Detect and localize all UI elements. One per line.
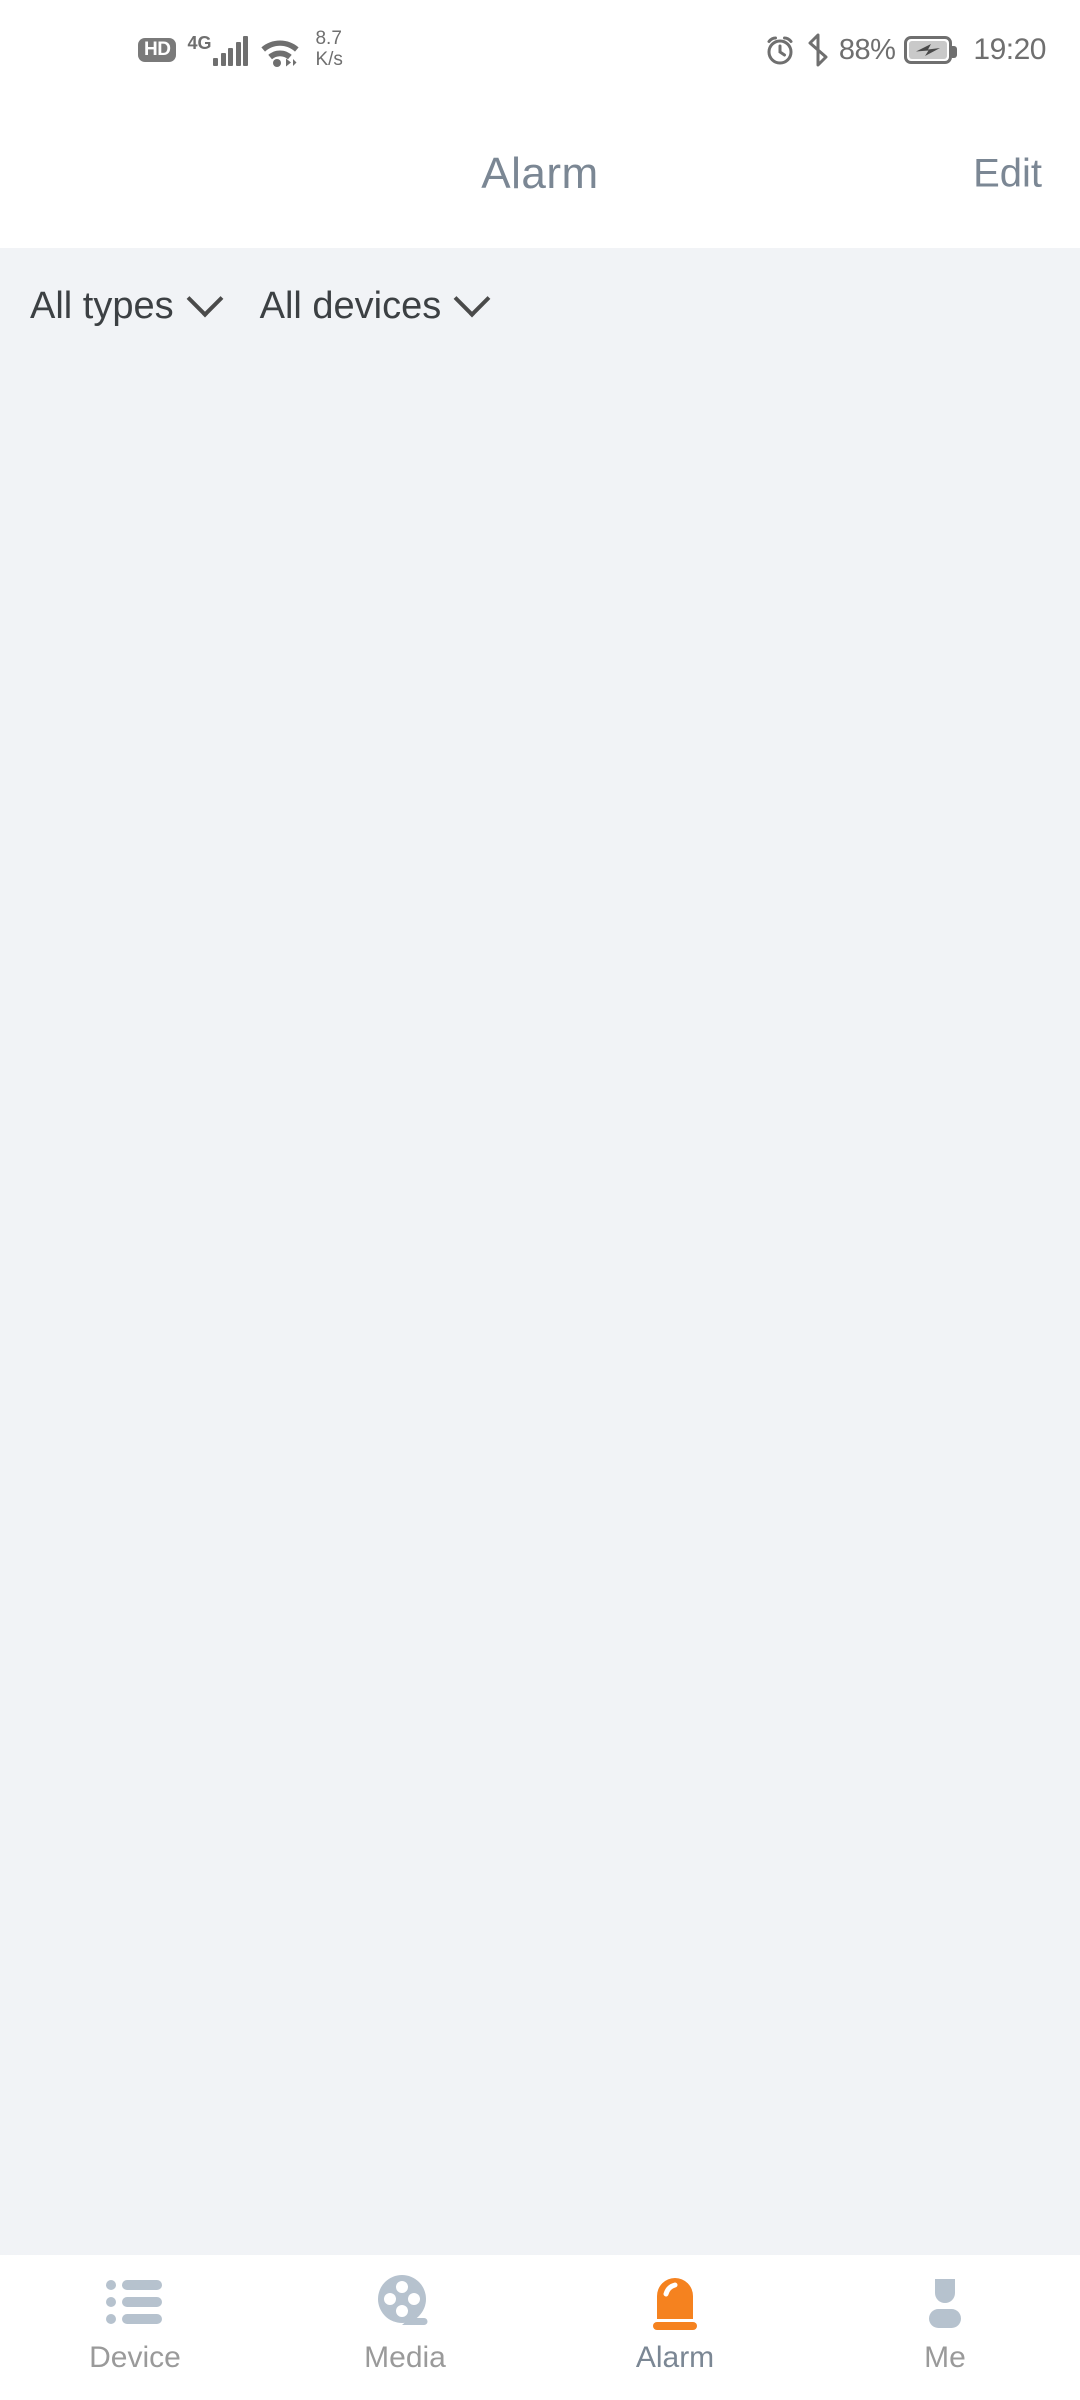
network-speed: 8.7 K/s — [315, 29, 342, 70]
network-speed-unit: K/s — [315, 49, 343, 70]
nav-tab-alarm[interactable]: Alarm — [540, 2271, 810, 2373]
status-bar-left: HD 4G 8.7 K/s — [138, 29, 343, 70]
chevron-down-icon — [186, 280, 224, 318]
nav-tab-device[interactable]: Device — [0, 2271, 270, 2373]
status-bar-clock: 19:20 — [973, 33, 1046, 66]
status-bar: HD 4G 8.7 K/s 88% 19:20 — [0, 0, 1080, 100]
alarm-list[interactable] — [0, 364, 1080, 2255]
nav-tab-media-label: Media — [364, 2341, 446, 2374]
status-bar-right: 88% 19:20 — [763, 33, 1046, 67]
filter-all-types[interactable]: All types — [30, 280, 224, 328]
nav-tab-alarm-label: Alarm — [635, 2341, 715, 2374]
filter-all-devices-label: All devices — [259, 284, 442, 327]
person-icon — [914, 2271, 976, 2333]
hd-badge: HD — [138, 38, 177, 62]
film-reel-icon — [374, 2271, 436, 2333]
filter-all-types-label: All types — [30, 284, 174, 327]
main-content: All types All devices — [0, 248, 1080, 2255]
chevron-down-icon — [453, 280, 491, 318]
network-speed-value: 8.7 — [315, 28, 342, 50]
app-screen: HD 4G 8.7 K/s 88% 19:20 Alarm Edit All t… — [0, 0, 1080, 2400]
app-header: Alarm Edit — [0, 100, 1080, 248]
siren-icon — [644, 2271, 706, 2333]
alarm-clock-icon — [763, 33, 797, 67]
filter-bar: All types All devices — [0, 248, 1080, 364]
cellular-signal-icon: 4G — [187, 33, 249, 66]
signal-bars-icon — [213, 36, 249, 66]
nav-tab-me-label: Me — [924, 2341, 966, 2374]
nav-tab-media[interactable]: Media — [270, 2271, 540, 2373]
wifi-icon — [259, 32, 301, 68]
bottom-navigation-bar: Device Media Alarm Me — [0, 2255, 1080, 2400]
bluetooth-icon — [806, 33, 830, 67]
list-icon — [104, 2271, 166, 2333]
battery-percentage: 88% — [838, 33, 896, 66]
battery-charging-icon — [904, 36, 958, 64]
nav-tab-device-label: Device — [89, 2341, 181, 2374]
nav-tab-me[interactable]: Me — [810, 2271, 1080, 2373]
battery-terminal — [952, 46, 958, 58]
edit-button[interactable]: Edit — [973, 152, 1042, 197]
network-generation-label: 4G — [187, 33, 212, 53]
page-title: Alarm — [481, 149, 599, 198]
filter-all-devices[interactable]: All devices — [259, 280, 491, 328]
